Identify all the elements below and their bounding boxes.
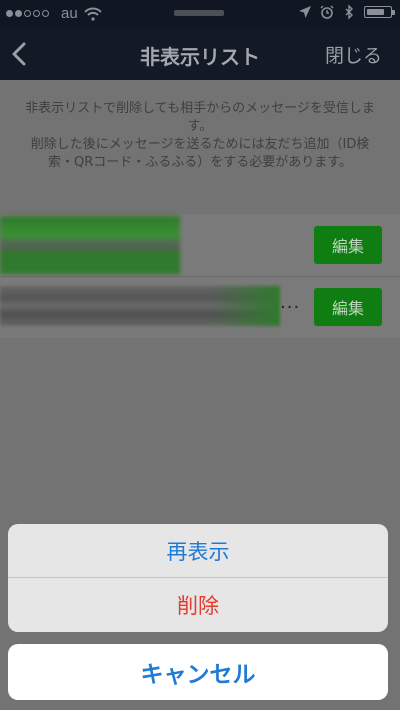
status-bar: au (0, 0, 400, 28)
edit-button[interactable]: 編集 (314, 226, 382, 264)
blurred-friend-info (0, 286, 280, 326)
redisplay-button[interactable]: 再表示 (8, 524, 388, 578)
hidden-friends-list: 編集 ... 編集 (0, 214, 400, 338)
cancel-button[interactable]: キャンセル (8, 644, 388, 700)
notice-text: 非表示リストで削除しても相手からのメッセージを受信します。 削除した後にメッセー… (18, 100, 382, 172)
status-center-bar (174, 10, 224, 16)
status-left: au (6, 5, 102, 22)
blurred-friend-info (0, 216, 180, 274)
list-item: ... 編集 (0, 276, 400, 338)
notice-line-1: 非表示リストで削除しても相手からのメッセージを受信します。 (25, 101, 375, 134)
location-arrow-icon (299, 6, 311, 18)
wifi-icon (83, 7, 102, 21)
notice-line-2: 削除した後にメッセージを送るためには友だち追加（ID検索・QRコード・ふるふる）… (30, 137, 370, 170)
carrier-name: au (61, 5, 78, 22)
action-sheet: 再表示 削除 (8, 524, 388, 632)
bluetooth-icon (345, 5, 353, 19)
signal-strength-icon (6, 10, 49, 17)
navigation-bar: 非表示リスト 閉じる (0, 28, 400, 80)
close-button[interactable]: 閉じる (325, 41, 382, 68)
battery-icon (364, 6, 395, 18)
list-item: 編集 (0, 214, 400, 277)
delete-button[interactable]: 削除 (8, 578, 388, 632)
alarm-clock-icon (320, 5, 334, 19)
edit-button[interactable]: 編集 (314, 288, 382, 326)
truncation-ellipsis: ... (280, 292, 301, 313)
status-right (298, 5, 395, 19)
